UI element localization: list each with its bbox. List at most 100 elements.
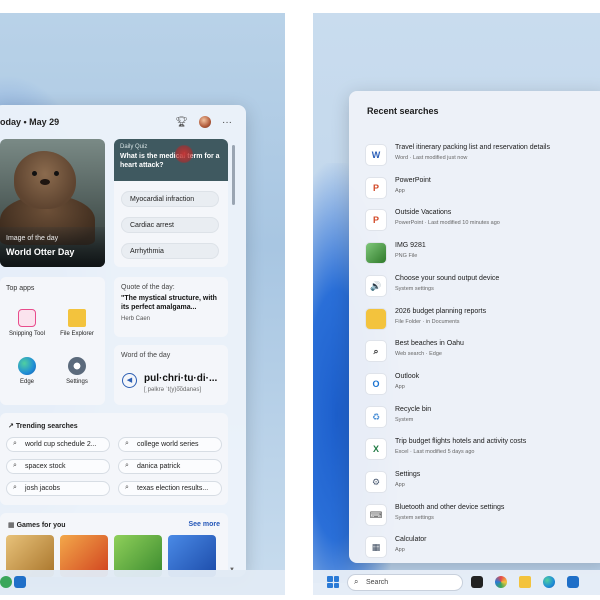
word-main: pul·chri·tu·di·... <box>144 373 218 384</box>
search-result-item[interactable]: 2026 budget planning reports File Folder … <box>365 305 600 333</box>
app-settings[interactable]: Settings <box>52 357 102 385</box>
otter-nose <box>40 179 50 185</box>
result-subtitle: Web search · Edge <box>395 351 442 358</box>
search-result-item[interactable]: ⌨ Bluetooth and other device settings Syst… <box>365 501 600 529</box>
result-subtitle: App <box>395 482 405 488</box>
result-name: Calculator <box>395 536 427 544</box>
widgets-date: oday • May 29 <box>0 117 60 127</box>
result-name: Recycle bin <box>395 405 432 413</box>
result-name: IMG 9281 <box>395 242 426 250</box>
app-label: File Explorer <box>60 331 94 337</box>
edge-icon[interactable] <box>543 576 555 588</box>
trending-chip-text: danica patrick <box>137 463 181 470</box>
search-result-item[interactable]: P Outside Vacations PowerPoint · Last modi… <box>365 206 600 234</box>
word-icon: W <box>365 144 387 166</box>
recent-searches-title: Recent searches <box>367 106 439 116</box>
search-result-item[interactable]: O Outlook App <box>365 370 600 398</box>
word-of-day-card[interactable]: Word of the day ◀ pul·chri·tu·di·... [ˌp… <box>114 345 228 405</box>
trending-chip[interactable]: ⌕ texas election results... <box>118 481 222 496</box>
powerpoint-file-icon: P <box>365 209 387 232</box>
word-phonetic: [ˌpəlkrə ˈt(y)o͞odanəs] <box>144 387 202 393</box>
app-file-explorer[interactable]: File Explorer <box>52 309 102 337</box>
search-icon: ⌕ <box>13 484 17 491</box>
quote-text: "The mystical structure, with its perfec… <box>121 295 217 312</box>
task-view-icon[interactable] <box>471 576 483 588</box>
calculator-icon: ▦ <box>365 536 387 559</box>
result-subtitle: App <box>395 547 405 554</box>
edge-icon <box>18 357 36 375</box>
snipping-tool-icon <box>18 309 36 327</box>
gamepad-icon: ▦ <box>8 522 17 529</box>
search-result-item[interactable]: 🔊 Choose your sound output device System s… <box>365 272 600 300</box>
trending-chip-text: texas election results... <box>137 485 209 492</box>
copilot-icon[interactable] <box>495 576 507 588</box>
left-taskbar <box>0 570 285 595</box>
folder-icon[interactable] <box>519 576 531 588</box>
quiz-option-2[interactable]: Cardiac arrest <box>121 217 219 233</box>
taskbar-search-box[interactable]: ⌕ Search <box>347 574 463 591</box>
top-apps-title: Top apps <box>6 285 35 292</box>
speaker-icon: 🔊 <box>365 274 387 297</box>
trending-chip-text: spacex stock <box>25 463 66 470</box>
quiz-header: Daily Quiz What is the medical term for … <box>114 139 228 181</box>
result-name: Settings <box>395 471 421 478</box>
trophy-icon[interactable]: 🏆︎ <box>175 117 188 128</box>
search-placeholder: Search <box>366 579 389 586</box>
trending-chip-text: josh jacobs <box>25 485 61 492</box>
result-name: Bluetooth and other device settings <box>395 503 505 511</box>
store-icon[interactable] <box>14 576 26 588</box>
search-result-item[interactable]: W Travel itinerary packing list and reser… <box>365 141 600 169</box>
trending-title: ↗ Trending searches <box>8 422 78 430</box>
outlook-icon: O <box>365 372 387 395</box>
quiz-label: Daily Quiz <box>120 144 148 150</box>
start-button[interactable] <box>327 576 339 588</box>
search-icon: ⌕ <box>13 462 17 469</box>
gear-icon <box>68 357 86 375</box>
search-result-item[interactable]: ▦ Calculator App <box>365 533 600 561</box>
search-result-item[interactable]: IMG 9281 PNG File <box>365 239 600 267</box>
recycle-bin-icon: ♻ <box>365 405 387 428</box>
app-snipping-tool[interactable]: Snipping Tool <box>2 309 52 337</box>
avatar[interactable] <box>199 116 211 128</box>
result-subtitle: PowerPoint · Last modified 10 minutes ag… <box>395 220 500 227</box>
quote-of-day-card[interactable]: Quote of the day: "The mystical structur… <box>114 277 228 337</box>
search-result-item[interactable]: ⌕ Best beaches in Oahu Web search · Edge <box>365 337 600 365</box>
result-name: Outside Vacations <box>395 209 452 217</box>
search-result-item[interactable]: X Trip budget flights hotels and activity… <box>365 435 600 463</box>
app-edge[interactable]: Edge <box>2 357 52 385</box>
see-more-link[interactable]: See more <box>188 521 220 528</box>
result-subtitle: System settings <box>395 285 434 292</box>
quiz-option-1[interactable]: Myocardial infraction <box>121 191 219 207</box>
search-result-item[interactable]: ⚙ Settings App <box>365 468 600 496</box>
top-apps-card: Top apps Snipping Tool File Explorer Edg… <box>0 277 105 405</box>
trending-chip[interactable]: ⌕ world cup schedule 2... <box>6 437 110 452</box>
trending-chip[interactable]: ⌕ danica patrick <box>118 459 222 474</box>
more-options-icon[interactable]: ··· <box>222 117 232 128</box>
search-panel: Recent searches W Travel itinerary packin… <box>349 91 600 563</box>
widgets-scrollbar[interactable] <box>232 145 235 205</box>
search-result-item[interactable]: P PowerPoint App <box>365 174 600 202</box>
result-subtitle: System settings <box>395 514 434 521</box>
trending-chip[interactable]: ⌕ college world series <box>118 437 222 452</box>
games-title: ▦ Games for you <box>8 521 66 529</box>
search-icon: ⌕ <box>125 440 129 447</box>
image-of-day-title: World Otter Day <box>6 247 75 257</box>
result-subtitle: System <box>395 416 414 423</box>
trending-chip[interactable]: ⌕ josh jacobs <box>6 481 110 496</box>
trending-searches-card: ↗ Trending searches ⌕ world cup schedule … <box>0 413 228 505</box>
gear-icon: ⚙ <box>365 471 387 493</box>
result-subtitle: PNG File <box>395 253 418 260</box>
quiz-option-3[interactable]: Arrhythmia <box>121 243 219 259</box>
widgets-header-icons: 🏆︎ ··· <box>175 116 232 128</box>
app-label: Snipping Tool <box>9 331 45 337</box>
daily-quiz-card: Daily Quiz What is the medical term for … <box>114 139 228 267</box>
bluetooth-icon: ⌨ <box>365 503 387 526</box>
image-of-day-card[interactable]: Image of the day World Otter Day <box>0 139 105 267</box>
trending-chip[interactable]: ⌕ spacex stock <box>6 459 110 474</box>
word-label: Word of the day <box>121 352 171 359</box>
taskbar-app-icon[interactable] <box>0 576 12 588</box>
result-name: Trip budget flights hotels and activity … <box>395 438 527 446</box>
search-result-item[interactable]: ♻ Recycle bin System <box>365 403 600 431</box>
speaker-icon[interactable]: ◀ <box>122 373 137 388</box>
store-icon[interactable] <box>567 576 579 588</box>
